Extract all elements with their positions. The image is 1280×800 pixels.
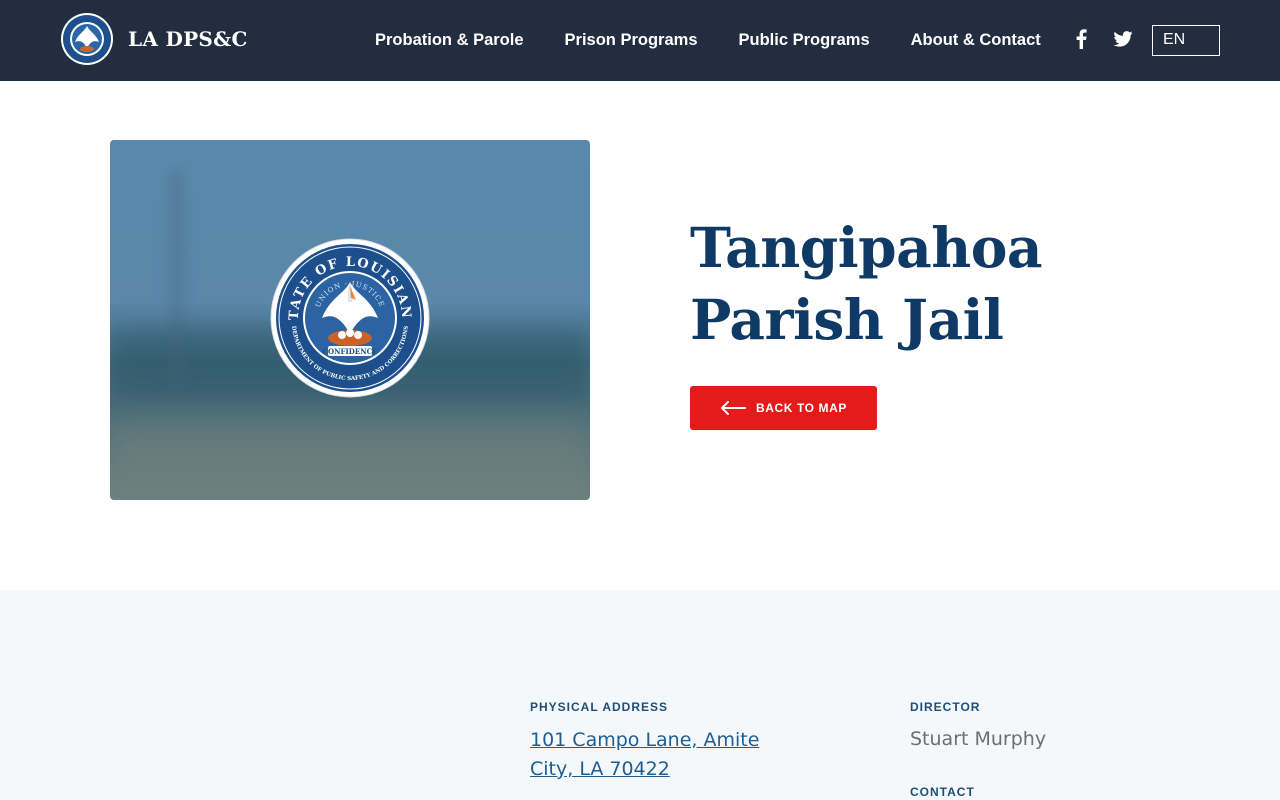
page-title-line2: Parish Jail [690,287,1004,352]
back-to-map-button[interactable]: BACK TO MAP [690,386,877,430]
arrow-left-icon [720,401,746,415]
page-title: Tangipahoa Parish Jail [690,212,1110,356]
site-header: LA DPS&C Probation & Parole Prison Progr… [0,0,1280,81]
twitter-icon[interactable] [1112,28,1134,50]
facility-details: PHYSICAL ADDRESS 101 Campo Lane, Amite C… [0,590,1280,800]
contact-label: CONTACT [910,785,975,799]
physical-address-label: PHYSICAL ADDRESS [530,700,669,714]
facility-photo: STATE OF LOUISIANA UNION · JUSTICE DEPAR… [110,140,590,500]
physical-address-link[interactable]: 101 Campo Lane, Amite City, LA 70422 [530,726,780,784]
director-name: Stuart Murphy [910,728,1047,750]
address-line1: 101 Campo Lane, Amite [530,729,760,751]
louisiana-seal-logo [61,13,113,65]
main-nav: Probation & Parole Prison Programs Publi… [375,0,1041,81]
nav-prison-programs[interactable]: Prison Programs [565,31,698,50]
seal-bottom-text: CONFIDENCE [322,347,377,356]
facebook-icon[interactable] [1070,28,1092,50]
language-selector[interactable]: EN [1152,25,1220,56]
louisiana-dpsc-seal: STATE OF LOUISIANA UNION · JUSTICE DEPAR… [270,238,430,398]
brand-name: LA DPS&C [128,27,248,51]
home-link[interactable]: LA DPS&C [60,12,248,66]
nav-probation-parole[interactable]: Probation & Parole [375,31,524,50]
nav-about-contact[interactable]: About & Contact [911,31,1041,50]
director-label: DIRECTOR [910,700,981,714]
page-title-line1: Tangipahoa [690,215,1043,280]
back-to-map-label: BACK TO MAP [755,401,848,415]
nav-public-programs[interactable]: Public Programs [739,31,870,50]
photo-blur-ground [110,420,590,500]
address-line2: City, LA 70422 [530,758,670,780]
photo-blur-pole [170,170,184,390]
